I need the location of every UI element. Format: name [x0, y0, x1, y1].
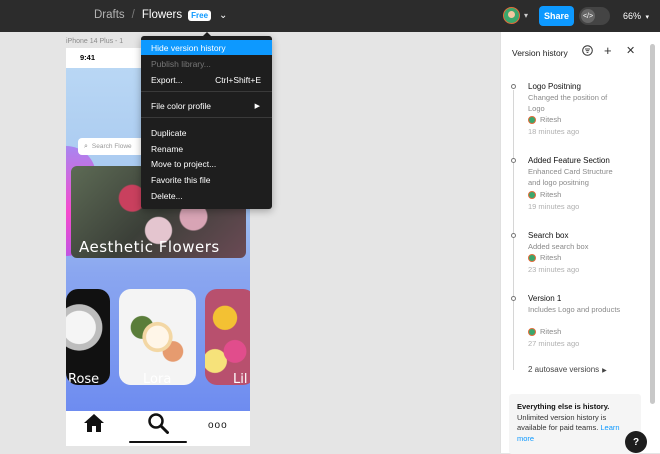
menu-item-label: Delete... [151, 190, 183, 201]
card-label: Lora [143, 372, 172, 385]
menu-item-favorite[interactable]: Favorite this file [141, 172, 272, 187]
version-time: 23 minutes ago [528, 265, 580, 274]
close-icon[interactable]: ✕ [626, 44, 635, 57]
product-card-lil[interactable]: Lil [205, 289, 250, 385]
timeline-dot [511, 233, 516, 238]
menu-item-label: Publish library... [151, 58, 211, 69]
dev-mode-toggle[interactable]: </> [579, 7, 610, 25]
menu-divider [141, 91, 272, 92]
search-input[interactable]: ⌕ Search Flowe [78, 138, 148, 155]
submenu-arrow-icon: ▶ [254, 102, 260, 110]
upsell-text: Unlimited version history is available f… [517, 412, 607, 433]
zoom-level: 66% [623, 11, 642, 21]
version-author: Ritesh [528, 253, 561, 262]
version-title: Version 1 [528, 294, 562, 303]
breadcrumb-drafts[interactable]: Drafts [94, 9, 125, 21]
timeline-dot [511, 84, 516, 89]
file-menu-chevron-icon[interactable]: ⌄ [219, 10, 227, 21]
avatar [528, 190, 536, 199]
version-title: Added Feature Section [528, 156, 610, 165]
menu-item-duplicate[interactable]: Duplicate [141, 125, 272, 140]
autosave-versions-toggle[interactable]: 2 autosave versions ▶ [528, 365, 607, 374]
menu-item-label: File color profile [151, 100, 211, 111]
avatar [528, 327, 536, 336]
product-card-lora[interactable]: Lora [119, 289, 196, 385]
menu-shortcut: Ctrl+Shift+E [215, 74, 261, 85]
file-context-menu: Hide version history Publish library... … [141, 36, 272, 209]
search-icon: ⌕ [84, 142, 88, 150]
plus-icon[interactable]: + [604, 43, 612, 58]
author-name: Ritesh [540, 190, 562, 199]
version-author: Ritesh [528, 190, 561, 199]
version-description: Includes Logo and products [528, 305, 621, 314]
caret-right-icon: ▶ [602, 368, 607, 374]
menu-item-move-to-project[interactable]: Move to project... [141, 156, 272, 171]
plan-badge: Free [188, 9, 212, 21]
menu-item-label: Export... [151, 74, 183, 85]
user-menu[interactable]: ▾ [503, 7, 528, 24]
author-name: Ritesh [540, 253, 562, 262]
menu-item-hide-version-history[interactable]: Hide version history [141, 40, 272, 55]
menu-item-file-color-profile[interactable]: File color profile ▶ [141, 98, 272, 113]
menu-item-delete[interactable]: Delete... [141, 188, 272, 203]
share-button[interactable]: Share [539, 6, 574, 26]
upsell-heading: Everything else is history. [517, 402, 610, 411]
version-title: Search box [528, 231, 569, 240]
menu-item-label: Hide version history [151, 42, 226, 53]
menu-item-publish-library: Publish library... [141, 56, 272, 71]
home-icon[interactable] [83, 413, 105, 433]
search-icon[interactable] [147, 412, 169, 434]
breadcrumb-separator: / [131, 9, 135, 21]
more-icon[interactable]: ooo [208, 420, 228, 431]
menu-item-rename[interactable]: Rename [141, 141, 272, 156]
version-history-panel: Version history + ✕ Logo Positning Chang… [500, 32, 660, 454]
menu-item-export[interactable]: Export... Ctrl+Shift+E [141, 72, 272, 87]
chevron-down-icon: ▾ [645, 14, 650, 21]
timeline-dot [511, 158, 516, 163]
menu-item-label: Favorite this file [151, 174, 211, 185]
breadcrumb: Drafts / Flowers Free ⌄ [94, 9, 227, 21]
filter-icon[interactable] [582, 45, 593, 56]
version-description: Changed the position of Logo [528, 93, 608, 113]
panel-title: Version history [512, 48, 568, 58]
version-author: Ritesh [528, 115, 561, 124]
chevron-down-icon[interactable]: ▾ [524, 11, 528, 20]
menu-item-label: Rename [151, 143, 184, 154]
upsell-box: Everything else is history. Unlimited ve… [509, 394, 641, 454]
version-time: 18 minutes ago [528, 127, 580, 136]
search-placeholder: Search Flowe [91, 143, 132, 150]
timeline-line [513, 90, 514, 370]
hero-title: Aesthetic Flowers [79, 238, 220, 256]
zoom-menu[interactable]: 66% ▾ [623, 11, 649, 21]
file-name[interactable]: Flowers [142, 9, 182, 21]
card-label: Lil [233, 372, 248, 385]
version-description: Added search box [528, 242, 589, 251]
help-button[interactable]: ? [625, 431, 647, 453]
menu-item-label: Move to project... [151, 158, 217, 169]
menu-item-label: Duplicate [151, 127, 187, 138]
status-time: 9:41 [80, 53, 96, 62]
frame-label[interactable]: iPhone 14 Plus - 1 [66, 38, 123, 45]
card-label: Rose [68, 372, 100, 385]
top-toolbar: Drafts / Flowers Free ⌄ ▾ Share </> 66% … [0, 0, 660, 32]
autosave-label: 2 autosave versions [528, 365, 600, 374]
author-name: Ritesh [540, 115, 562, 124]
version-time: 27 minutes ago [528, 339, 580, 348]
version-time: 19 minutes ago [528, 202, 580, 211]
timeline-dot [511, 296, 516, 301]
version-title: Logo Positning [528, 82, 581, 91]
version-description: Enhanced Card Structure and logo positni… [528, 167, 613, 187]
avatar[interactable] [503, 7, 520, 24]
scrollbar[interactable] [650, 44, 655, 404]
tab-bar: ooo [66, 411, 250, 446]
code-icon: </> [581, 9, 595, 23]
product-card-rose[interactable]: Rose [66, 289, 110, 385]
avatar [528, 253, 536, 262]
avatar [528, 115, 536, 124]
home-indicator [129, 441, 187, 443]
version-author: Ritesh [528, 327, 561, 336]
author-name: Ritesh [540, 327, 562, 336]
menu-divider [141, 117, 272, 118]
